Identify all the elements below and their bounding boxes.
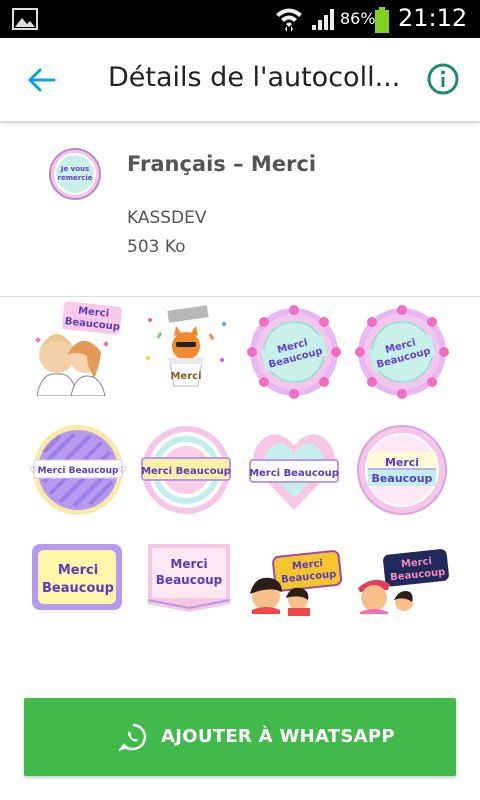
sticker-heart-wreath-1[interactable]: Merci Beaucoup bbox=[246, 304, 342, 400]
sticker-rainbow-badge[interactable]: Merci Beaucoup bbox=[138, 422, 234, 518]
svg-text:♡Merci Beaucoup♡: ♡Merci Beaucoup♡ bbox=[30, 466, 126, 476]
gallery-icon bbox=[12, 8, 38, 30]
battery-percent: 86% bbox=[340, 9, 376, 28]
sticker-cat-merci[interactable]: Merci bbox=[138, 300, 234, 396]
add-to-whatsapp-button[interactable]: AJOUTER À WHATSAPP bbox=[24, 698, 456, 776]
sticker-heart-badge[interactable]: Merci Beaucoup bbox=[246, 424, 342, 520]
wifi-icon bbox=[276, 8, 302, 32]
add-to-whatsapp-label: AJOUTER À WHATSAPP bbox=[161, 726, 395, 747]
sticker-heart-wreath-2[interactable]: Merci Beaucoup bbox=[354, 304, 450, 400]
app-bar: Détails de l'autocoll... bbox=[0, 38, 480, 122]
info-circle-icon[interactable] bbox=[427, 63, 459, 95]
sticker-yellow-speech-bubble[interactable]: Merci Beaucoup bbox=[30, 540, 126, 636]
svg-text:Merci: Merci bbox=[170, 371, 201, 382]
arrow-left-icon[interactable] bbox=[26, 66, 56, 94]
sticker-pink-tag[interactable]: Merci Beaucoup bbox=[142, 540, 238, 636]
svg-text:Merci: Merci bbox=[385, 456, 419, 469]
tray-text-line1: Je vous bbox=[60, 165, 89, 173]
sticker-striped-circle[interactable]: ♡Merci Beaucoup♡ bbox=[30, 422, 126, 518]
divider bbox=[0, 296, 480, 297]
svg-text:Merci: Merci bbox=[170, 557, 207, 571]
battery-icon bbox=[375, 7, 389, 33]
svg-text:Beaucoup: Beaucoup bbox=[42, 581, 114, 596]
svg-text:Merci Beaucoup: Merci Beaucoup bbox=[249, 468, 339, 479]
svg-text:Merci: Merci bbox=[58, 563, 98, 578]
svg-text:Beaucoup: Beaucoup bbox=[156, 573, 223, 587]
whatsapp-icon bbox=[119, 723, 147, 751]
page-title: Détails de l'autocoll... bbox=[108, 62, 401, 93]
svg-text:Beaucoup: Beaucoup bbox=[372, 472, 433, 485]
pack-name: Français – Merci bbox=[127, 152, 317, 176]
clock: 21:12 bbox=[398, 4, 468, 32]
pack-tray-icon: Je vous remercie bbox=[48, 147, 102, 201]
sticker-kids-navy-bubble[interactable]: Merci Beaucoup bbox=[354, 548, 450, 644]
pack-size: 503 Ko bbox=[127, 237, 186, 257]
sticker-kids-yellow-bubble[interactable]: Merci Beaucoup bbox=[246, 548, 342, 644]
status-bar: 86% 21:12 bbox=[0, 0, 480, 38]
sticker-pink-circle-badge[interactable]: Merci Beaucoup bbox=[354, 422, 450, 518]
sticker-couple-merci-beaucoup[interactable]: Merci Beaucoup bbox=[27, 300, 123, 396]
tray-text-line2: remercie bbox=[58, 174, 93, 182]
signal-icon bbox=[312, 9, 334, 30]
svg-text:Merci Beaucoup: Merci Beaucoup bbox=[141, 466, 231, 477]
pack-publisher: KASSDEV bbox=[127, 208, 207, 228]
